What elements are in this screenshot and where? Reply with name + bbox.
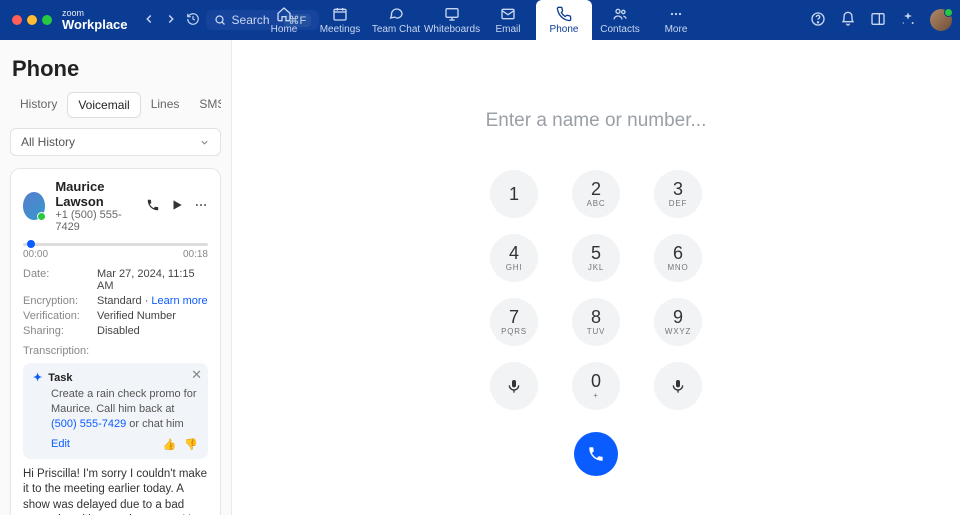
dial-pad: 1 2ABC 3DEF 4GHI 5JKL 6MNO 7PQRS 8TUV 9WXYZ 0+ (486, 166, 706, 414)
subtab-history[interactable]: History (10, 92, 67, 118)
tab-team-chat[interactable]: Team Chat (368, 0, 424, 40)
page-title: Phone (12, 56, 219, 82)
tab-whiteboards[interactable]: Whiteboards (424, 0, 480, 40)
ai-sparkle-icon[interactable] (900, 11, 916, 30)
mic-key[interactable] (490, 362, 538, 410)
history-filter[interactable]: All History (10, 128, 221, 156)
more-button[interactable] (194, 198, 208, 215)
subtab-sms[interactable]: SMS (189, 92, 221, 118)
call-button[interactable] (574, 432, 618, 476)
ai-task-card: ✕ ✦Task Create a rain check promo for Ma… (23, 363, 208, 459)
key-2[interactable]: 2ABC (572, 170, 620, 218)
voicemail-transcript: Hi Priscilla! I'm sorry I couldn't make … (23, 467, 208, 515)
tab-meetings[interactable]: Meetings (312, 0, 368, 40)
tab-more[interactable]: More (648, 0, 704, 40)
key-4[interactable]: 4GHI (490, 234, 538, 282)
tab-phone[interactable]: Phone (536, 0, 592, 40)
key-8[interactable]: 8TUV (572, 298, 620, 346)
panel-icon[interactable] (870, 11, 886, 30)
brand: zoom Workplace (62, 9, 128, 31)
thumbs-up-button[interactable]: 👍 (163, 438, 177, 451)
close-task-button[interactable]: ✕ (191, 367, 202, 383)
subtab-lines[interactable]: Lines (141, 92, 190, 118)
mic-key[interactable] (654, 362, 702, 410)
phone-sidebar: Phone HistoryVoicemailLinesSMS All Histo… (0, 40, 232, 515)
voicemail-card: Maurice Lawson +1 (500) 555-7429 00:0000… (10, 168, 221, 515)
help-icon[interactable] (810, 11, 826, 30)
history-button[interactable] (186, 12, 200, 29)
play-button[interactable] (170, 198, 184, 215)
learn-more-link[interactable]: Learn more (151, 295, 207, 307)
key-1[interactable]: 1 (490, 170, 538, 218)
tab-contacts[interactable]: Contacts (592, 0, 648, 40)
contact-name: Maurice Lawson (55, 179, 136, 209)
contact-number: +1 (500) 555-7429 (55, 209, 136, 233)
thumbs-down-button[interactable]: 👎 (184, 438, 198, 451)
tab-home[interactable]: Home (256, 0, 312, 40)
key-0[interactable]: 0+ (572, 362, 620, 410)
key-7[interactable]: 7PQRS (490, 298, 538, 346)
profile-avatar[interactable] (930, 9, 952, 31)
key-6[interactable]: 6MNO (654, 234, 702, 282)
subtab-voicemail[interactable]: Voicemail (67, 92, 140, 118)
playback-progress[interactable] (23, 243, 208, 246)
phone-subtabs: HistoryVoicemailLinesSMS (10, 92, 221, 118)
app-tabs: HomeMeetingsTeam ChatWhiteboardsEmailPho… (256, 0, 704, 40)
edit-task-button[interactable]: Edit (51, 438, 70, 450)
back-button[interactable] (142, 12, 156, 29)
key-3[interactable]: 3DEF (654, 170, 702, 218)
key-5[interactable]: 5JKL (572, 234, 620, 282)
dial-input[interactable]: Enter a name or number... (486, 110, 707, 132)
window-controls[interactable] (12, 15, 52, 25)
key-9[interactable]: 9WXYZ (654, 298, 702, 346)
search-icon (214, 14, 226, 26)
ai-sparkle-icon: ✦ (33, 371, 42, 384)
call-back-button[interactable] (146, 198, 160, 215)
chevron-down-icon (199, 137, 210, 148)
forward-button[interactable] (164, 12, 178, 29)
bell-icon[interactable] (840, 11, 856, 30)
tab-email[interactable]: Email (480, 0, 536, 40)
callback-number-link[interactable]: (500) 555-7429 (51, 418, 126, 430)
dialer: Enter a name or number... 1 2ABC 3DEF 4GHI 5… (232, 40, 960, 515)
contact-avatar (23, 192, 45, 220)
titlebar: zoom Workplace Search ⌘F HomeMeetingsTea… (0, 0, 960, 40)
